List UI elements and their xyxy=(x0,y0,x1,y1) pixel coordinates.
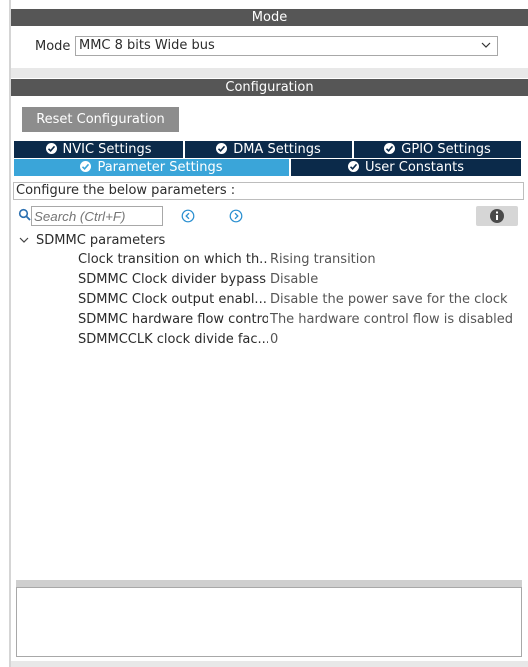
param-name[interactable]: SDMMC Clock output enabl... xyxy=(78,290,268,310)
bottom-border xyxy=(11,661,528,667)
param-name[interactable]: Clock transition on which th... xyxy=(78,250,268,270)
reset-configuration-button[interactable]: Reset Configuration xyxy=(22,107,179,132)
description-splitter[interactable] xyxy=(16,580,522,587)
instruction-text: Configure the below parameters : xyxy=(13,182,524,200)
check-circle-icon xyxy=(216,143,228,154)
param-value[interactable]: Disable the power save for the clock xyxy=(270,290,508,310)
param-name[interactable]: SDMMC hardware flow control xyxy=(78,310,268,330)
param-value[interactable]: Rising transition xyxy=(270,250,376,270)
tab-label: DMA Settings xyxy=(233,142,321,157)
nav-prev-icon[interactable] xyxy=(181,209,195,223)
tab-parameter-settings[interactable]: Parameter Settings xyxy=(14,159,289,176)
tab-user-constants[interactable]: User Constants xyxy=(291,159,521,176)
check-circle-icon xyxy=(45,143,57,154)
tab-label: Parameter Settings xyxy=(97,160,223,175)
info-icon xyxy=(490,209,504,223)
mode-header: Mode xyxy=(11,9,528,26)
param-value[interactable]: Disable xyxy=(270,270,318,290)
search-input[interactable] xyxy=(31,206,163,226)
mode-select-value: MMC 8 bits Wide bus xyxy=(79,38,215,53)
mode-label: Mode xyxy=(35,39,71,54)
tab-gpio-settings[interactable]: GPIO Settings xyxy=(354,141,521,158)
check-circle-icon xyxy=(80,161,92,172)
param-name[interactable]: SDMMCCLK clock divide fac... xyxy=(78,330,268,350)
mode-select[interactable]: MMC 8 bits Wide bus xyxy=(75,36,498,56)
configuration-header: Configuration xyxy=(11,79,528,96)
tree-group-sdmmc-parameters[interactable]: SDMMC parameters xyxy=(36,231,165,251)
chevron-down-icon[interactable] xyxy=(18,234,30,246)
description-box xyxy=(16,587,522,657)
tab-label: User Constants xyxy=(365,160,464,175)
tab-label: NVIC Settings xyxy=(62,142,152,157)
search-icon xyxy=(18,208,31,221)
param-value[interactable]: 0 xyxy=(270,330,278,350)
chevron-down-icon xyxy=(481,42,491,48)
section-gap xyxy=(11,68,528,78)
tab-label: GPIO Settings xyxy=(401,142,491,157)
top-sliver xyxy=(11,0,528,8)
check-circle-icon xyxy=(384,143,396,154)
check-circle-icon xyxy=(348,161,359,172)
info-button[interactable] xyxy=(476,206,518,226)
nav-next-icon[interactable] xyxy=(229,209,243,223)
tab-nvic-settings[interactable]: NVIC Settings xyxy=(14,141,183,158)
param-name[interactable]: SDMMC Clock divider bypass xyxy=(78,270,268,290)
tab-dma-settings[interactable]: DMA Settings xyxy=(185,141,352,158)
param-value[interactable]: The hardware control flow is disabled xyxy=(270,310,513,330)
